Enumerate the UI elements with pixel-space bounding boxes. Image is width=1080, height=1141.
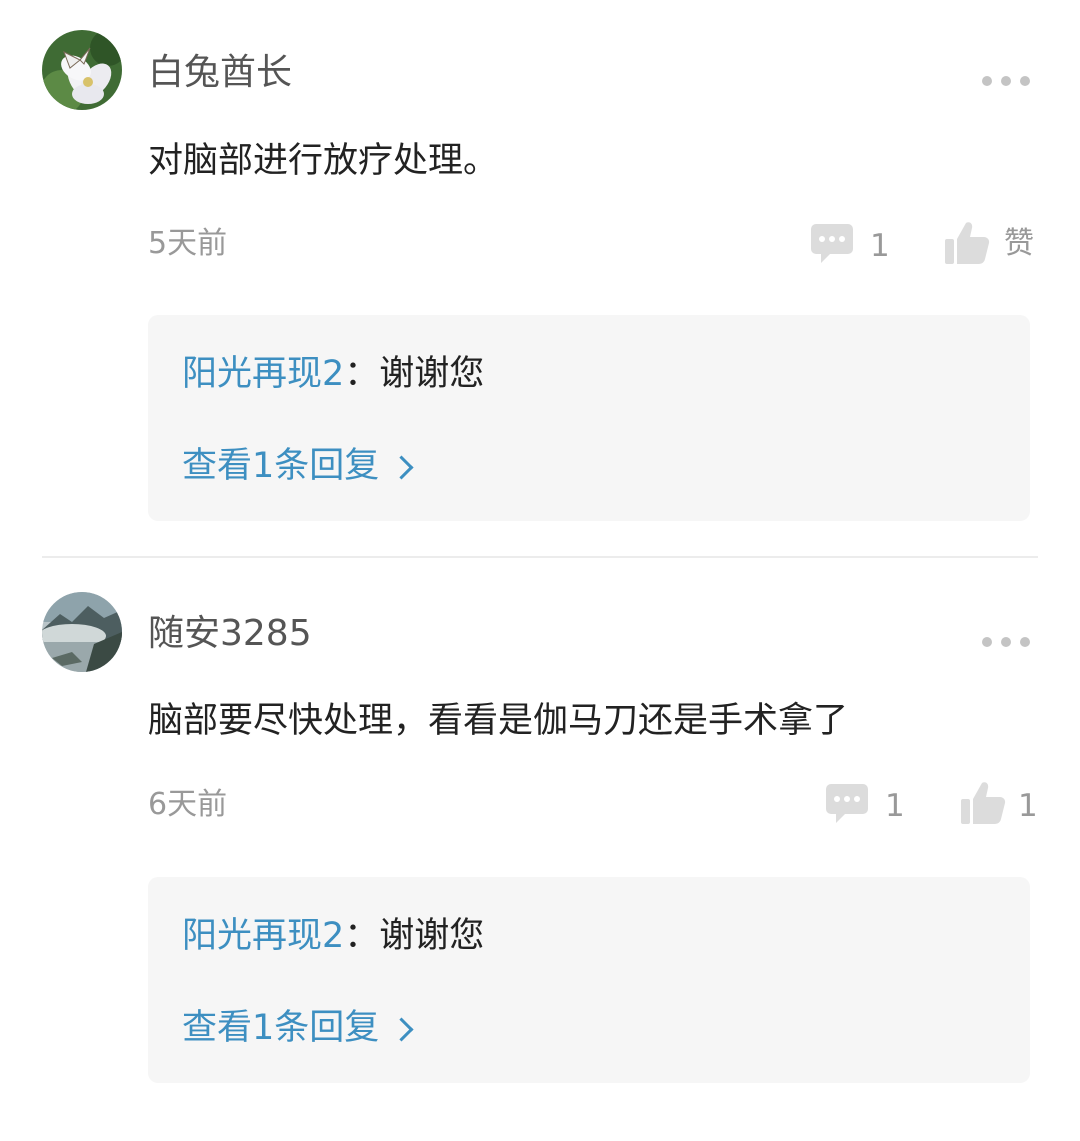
reply-preview-box: 阳光再现2：谢谢您 查看1条回复 (148, 877, 1030, 1083)
more-options-icon[interactable] (982, 75, 1030, 87)
misty-mountain-lake-avatar-icon (42, 592, 122, 672)
avatar[interactable] (42, 592, 122, 672)
comment-text: 脑部要尽快处理，看看是伽马刀还是手术拿了 (148, 701, 849, 741)
thumbs-up-icon[interactable] (960, 780, 1006, 826)
white-flower-butterfly-avatar-icon (42, 30, 122, 110)
comment-item: 随安3285 脑部要尽快处理，看看是伽马刀还是手术拿了 6天前 1 1 阳光再现… (0, 558, 1080, 1141)
username[interactable]: 白兔酋长 (148, 50, 292, 96)
view-replies-label: 查看1条回复 (182, 1008, 380, 1048)
comment-text: 对脑部进行放疗处理。 (148, 141, 499, 181)
reply-preview: 阳光再现2：谢谢您 (182, 913, 484, 959)
timestamp: 5天前 (148, 226, 228, 261)
chevron-right-icon (389, 454, 414, 480)
more-options-icon[interactable] (982, 636, 1030, 648)
reply-preview: 阳光再现2：谢谢您 (182, 351, 484, 397)
comment-item: 白兔酋长 对脑部进行放疗处理。 5天前 1 赞 阳光再现2：谢谢您 查看1条回复 (0, 0, 1080, 556)
reply-separator: ： (344, 916, 380, 956)
chevron-right-icon (389, 1016, 414, 1042)
reply-text: 谢谢您 (379, 916, 485, 956)
comment-bubble-icon[interactable] (825, 782, 869, 826)
reply-count: 1 (870, 228, 890, 264)
view-replies-link[interactable]: 查看1条回复 (182, 1005, 414, 1051)
timestamp: 6天前 (148, 787, 228, 822)
reply-text: 谢谢您 (379, 354, 485, 394)
like-label[interactable]: 赞 (1004, 224, 1034, 264)
avatar[interactable] (42, 30, 122, 110)
view-replies-link[interactable]: 查看1条回复 (182, 443, 414, 489)
reply-preview-box: 阳光再现2：谢谢您 查看1条回复 (148, 315, 1030, 521)
comment-bubble-icon[interactable] (810, 222, 854, 266)
like-count[interactable]: 1 (1018, 786, 1038, 826)
view-replies-label: 查看1条回复 (182, 446, 380, 486)
reply-username[interactable]: 阳光再现2 (182, 916, 344, 956)
username[interactable]: 随安3285 (148, 611, 312, 657)
reply-username[interactable]: 阳光再现2 (182, 354, 344, 394)
reply-separator: ： (344, 354, 380, 394)
thumbs-up-icon[interactable] (944, 220, 990, 266)
reply-count: 1 (885, 788, 905, 824)
